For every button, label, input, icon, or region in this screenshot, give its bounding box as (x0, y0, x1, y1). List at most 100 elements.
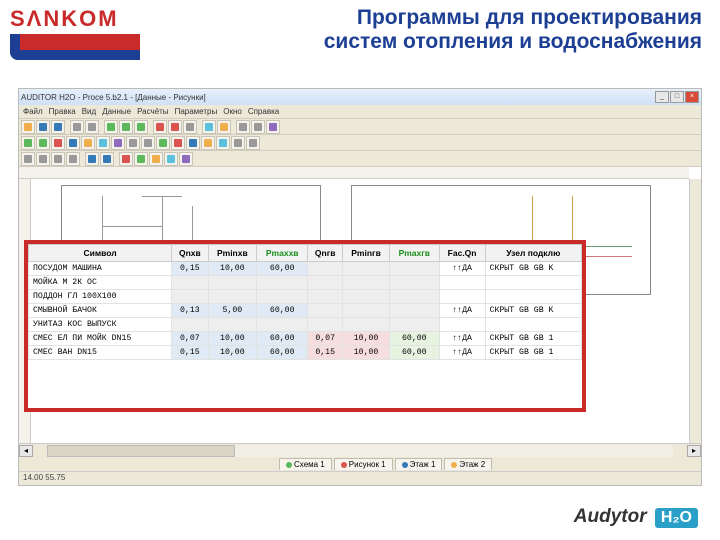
tool-pump-icon[interactable] (111, 136, 125, 150)
cell-node[interactable]: СКРЫТ GB GB K (485, 262, 581, 276)
cell-pminxb[interactable] (208, 290, 257, 304)
col-pminxb[interactable]: Pminxв (208, 245, 257, 262)
scrollbar-horizontal[interactable]: ◂ ▸ (19, 443, 701, 457)
cell-pmaxrb[interactable]: 60,00 (390, 332, 440, 346)
toolbar-save-icon[interactable] (51, 120, 65, 134)
cell-facqn[interactable]: ↑↑ДА (439, 332, 485, 346)
table-row[interactable]: СМЫВНОЙ БАЧОК0,135,0060,00↑↑ДАСКРЫТ GB G… (29, 304, 582, 318)
menu-params[interactable]: Параметры (175, 107, 218, 116)
toolbar-new-icon[interactable] (21, 120, 35, 134)
window-maximize-button[interactable]: □ (670, 91, 684, 103)
cell-qnxb[interactable]: 0,13 (172, 304, 208, 318)
tab-floor-1[interactable]: Этаж 1 (395, 458, 443, 470)
col-pminrb[interactable]: Pminгв (343, 245, 390, 262)
toolbar-opts-icon[interactable] (251, 120, 265, 134)
cell-qnxb[interactable]: 0,07 (172, 332, 208, 346)
cell-node[interactable] (485, 290, 581, 304)
zoom-window-icon[interactable] (66, 152, 80, 166)
cell-facqn[interactable] (439, 318, 485, 332)
cell-facqn[interactable]: ↑↑ДА (439, 262, 485, 276)
cell-pminrb[interactable] (343, 318, 390, 332)
cell-pmaxxb[interactable]: 60,00 (257, 304, 308, 318)
cell-pminrb[interactable] (343, 276, 390, 290)
tool-text-icon[interactable] (126, 136, 140, 150)
col-node[interactable]: Узел подклю (485, 245, 581, 262)
cell-pmaxrb[interactable]: 60,00 (390, 346, 440, 360)
menu-edit[interactable]: Правка (49, 107, 76, 116)
table-row[interactable]: ПОСУДОМ МАШИНА0,1510,0060,00 ↑↑ДАСКРЫТ GB… (29, 262, 582, 276)
cell-pminxb[interactable]: 5,00 (208, 304, 257, 318)
cell-pminrb[interactable]: 10,00 (343, 346, 390, 360)
zoom-fit-icon[interactable] (51, 152, 65, 166)
cell-pminxb[interactable]: 10,00 (208, 262, 257, 276)
cell-pminxb[interactable]: 10,00 (208, 332, 257, 346)
toolbar-cut-icon[interactable] (104, 120, 118, 134)
toolbar-open-icon[interactable] (36, 120, 50, 134)
toolbar-delete-icon[interactable] (183, 120, 197, 134)
cell-pmaxxb[interactable]: 60,00 (257, 332, 308, 346)
cell-pminrb[interactable] (343, 304, 390, 318)
cell-symbol[interactable]: СМЫВНОЙ БАЧОК (29, 304, 172, 318)
tab-drawing-1[interactable]: Рисунок 1 (334, 458, 393, 470)
col-pmaxrb[interactable]: Pmaxгв (390, 245, 440, 262)
table-row[interactable]: СМЕС ВАН DN150,1510,0060,000,1510,0060,0… (29, 346, 582, 360)
window-close-button[interactable]: × (685, 91, 699, 103)
scroll-thumb[interactable] (47, 445, 235, 457)
scrollbar-vertical[interactable] (689, 179, 701, 467)
cell-pminrb[interactable] (343, 290, 390, 304)
col-symbol[interactable]: Символ (29, 245, 172, 262)
cell-qnrb[interactable]: 0,07 (308, 332, 343, 346)
toolbar-undo-icon[interactable] (153, 120, 167, 134)
scroll-left-button[interactable]: ◂ (19, 445, 33, 457)
zoom-out-icon[interactable] (36, 152, 50, 166)
tool-fitting-icon[interactable] (36, 136, 50, 150)
cell-symbol[interactable]: СМЕС ЕЛ ПИ МОЙК DN15 (29, 332, 172, 346)
tab-floor-2[interactable]: Этаж 2 (444, 458, 492, 470)
cell-symbol[interactable]: ПОСУДОМ МАШИНА (29, 262, 172, 276)
tool-select-icon[interactable] (186, 136, 200, 150)
cell-facqn[interactable] (439, 276, 485, 290)
toolbar-calc-icon[interactable] (202, 120, 216, 134)
grid-icon[interactable] (85, 152, 99, 166)
cell-node[interactable] (485, 276, 581, 290)
toolbar-preview-icon[interactable] (85, 120, 99, 134)
tool-valve-icon[interactable] (66, 136, 80, 150)
table-row[interactable]: ПОДДОН ГЛ 100X100 (29, 290, 582, 304)
cell-pminxb[interactable]: 10,00 (208, 346, 257, 360)
cell-qnxb[interactable]: 0,15 (172, 262, 208, 276)
cell-pmaxrb[interactable] (390, 262, 440, 276)
cell-pmaxxb[interactable]: 60,00 (257, 262, 308, 276)
zoom-in-icon[interactable] (21, 152, 35, 166)
menu-help[interactable]: Справка (248, 107, 279, 116)
cell-pmaxrb[interactable] (390, 290, 440, 304)
cell-facqn[interactable]: ↑↑ДА (439, 304, 485, 318)
tool-node-icon[interactable] (96, 136, 110, 150)
table-row[interactable]: СМЕС ЕЛ ПИ МОЙК DN150,0710,0060,000,0710… (29, 332, 582, 346)
tool-pipe-icon[interactable] (21, 136, 35, 150)
cell-qnrb[interactable]: 0,15 (308, 346, 343, 360)
cell-qnrb[interactable] (308, 276, 343, 290)
cell-pmaxxb[interactable] (257, 276, 308, 290)
tool-layer-icon[interactable] (156, 136, 170, 150)
cell-pmaxrb[interactable] (390, 276, 440, 290)
toolbar-paste-icon[interactable] (134, 120, 148, 134)
cell-symbol[interactable]: УНИТАЗ КОС ВЫПУСК (29, 318, 172, 332)
col-pmaxxb[interactable]: Pmaxxв (257, 245, 308, 262)
cell-symbol[interactable]: ПОДДОН ГЛ 100X100 (29, 290, 172, 304)
cell-qnrb[interactable] (308, 304, 343, 318)
tool-scale-icon[interactable] (246, 136, 260, 150)
cell-symbol[interactable]: МОЙКА М 2К ОС (29, 276, 172, 290)
toolbar-print-icon[interactable] (70, 120, 84, 134)
menu-data[interactable]: Данные (102, 107, 131, 116)
cell-qnrb[interactable] (308, 290, 343, 304)
cell-pminxb[interactable] (208, 318, 257, 332)
cell-pmaxrb[interactable] (390, 304, 440, 318)
cell-node[interactable]: СКРЫТ GB GB 1 (485, 346, 581, 360)
tool-fixture-icon[interactable] (81, 136, 95, 150)
snap-icon[interactable] (100, 152, 114, 166)
tool-group-icon[interactable] (171, 136, 185, 150)
toolbar-help-icon[interactable] (266, 120, 280, 134)
toolbar-redo-icon[interactable] (168, 120, 182, 134)
cell-pminrb[interactable] (343, 262, 390, 276)
toolbar-find-icon[interactable] (236, 120, 250, 134)
